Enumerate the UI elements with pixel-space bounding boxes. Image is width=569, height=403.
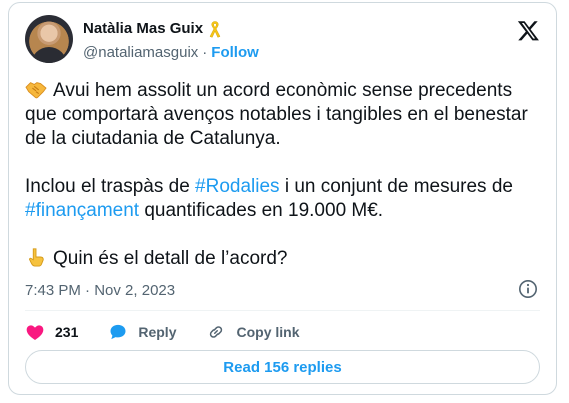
display-name[interactable]: Natàlia Mas Guix [83, 20, 203, 38]
tweet-paragraph-1: Avui hem assolit un acord econòmic sense… [25, 79, 545, 151]
divider [25, 310, 540, 311]
paragraph-3-text: Quin és el detall de l’acord? [53, 248, 288, 269]
tweet-card: Natàlia Mas Guix @nataliamasguix · Follo… [8, 2, 557, 395]
like-button[interactable]: 231 [25, 322, 78, 342]
x-logo-icon[interactable] [517, 19, 540, 42]
pointing-down-icon [29, 248, 44, 267]
follow-button[interactable]: Follow [211, 44, 259, 62]
read-replies-label: Read 156 replies [223, 358, 342, 376]
paragraph-1-text: Avui hem assolit un acord econòmic sense… [25, 80, 528, 149]
timestamp-separator: · [85, 282, 91, 299]
heart-icon [26, 325, 44, 340]
paragraph-2-text-a: Inclou el traspàs de [25, 176, 196, 197]
read-replies-button[interactable]: Read 156 replies [25, 350, 540, 384]
link-icon [210, 326, 223, 338]
tweet-text: Avui hem assolit un acord econòmic sense… [25, 79, 545, 271]
copy-link-label: Copy link [236, 324, 300, 340]
handle-separator: · [202, 44, 208, 61]
info-icon[interactable] [518, 279, 538, 299]
yellow-ribbon-icon [209, 21, 221, 38]
paragraph-2-text-c: quantificades en 19.000 M€. [139, 200, 384, 221]
author-name-row: Natàlia Mas Guix [83, 20, 223, 38]
hashtag-financament[interactable]: #finançament [25, 200, 139, 221]
tweet-timestamp[interactable]: 7:43 PM · Nov 2, 2023 [25, 282, 175, 300]
author-handle[interactable]: @nataliamasguix [83, 44, 198, 62]
paragraph-2-text-b: i un conjunt de mesures de [279, 176, 513, 197]
speech-bubble-icon [110, 324, 126, 340]
avatar[interactable] [25, 15, 73, 63]
tweet-actions: 231 Reply Copy link [25, 321, 330, 343]
timestamp-date: Nov 2, 2023 [94, 282, 176, 299]
tweet-paragraph-3: Quin és el detall de l’acord? [25, 247, 545, 271]
copy-link-button[interactable]: Copy link [206, 322, 300, 342]
reply-label: Reply [138, 324, 177, 340]
like-count: 231 [55, 324, 79, 340]
tweet-paragraph-2: Inclou el traspàs de #Rodalies i un conj… [25, 175, 545, 223]
author-handle-row: @nataliamasguix · Follow [83, 44, 259, 62]
hashtag-rodalies[interactable]: #Rodalies [195, 176, 280, 197]
timestamp-time: 7:43 PM [25, 282, 81, 299]
handshake-icon [25, 82, 47, 99]
reply-button[interactable]: Reply [108, 322, 176, 342]
